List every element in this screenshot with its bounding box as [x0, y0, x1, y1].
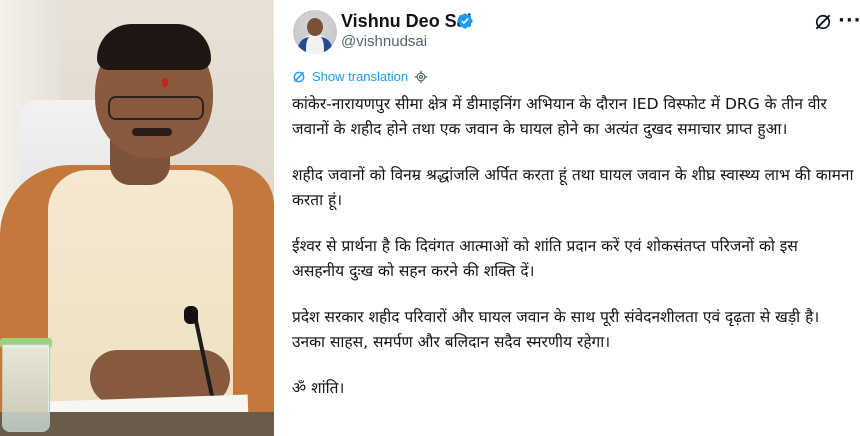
show-translation-label: Show translation — [312, 69, 409, 84]
author-handle[interactable]: @vishnudsai — [341, 33, 427, 50]
tweet-paragraph: ईश्वर से प्रार्थना है कि दिवंगत आत्माओं … — [292, 237, 798, 280]
show-translation-link[interactable]: Show translation — [292, 69, 434, 84]
tweet-paragraph: ॐ शांति। — [292, 379, 345, 397]
tweet-text: कांकेर-नारायणपुर सीमा क्षेत्र में डीमाइन… — [292, 92, 854, 422]
avatar-jacket — [298, 37, 332, 54]
tweet-paragraph: शहीद जवानों को विनम्र श्रद्धांजलि अर्पित… — [292, 166, 854, 209]
glasses — [108, 96, 204, 120]
water-glass — [2, 344, 50, 432]
grok-icon[interactable] — [813, 12, 833, 32]
tweet-paragraph: प्रदेश सरकार शहीद परिवारों और घायल जवान … — [292, 308, 820, 351]
verified-badge-icon — [457, 13, 473, 29]
mustache — [132, 128, 172, 136]
translate-icon — [293, 71, 305, 82]
gear-icon[interactable] — [414, 70, 428, 84]
avatar-face — [307, 18, 323, 36]
screenshot: Vishnu Deo Sai @vishnudsai ··· Show tran… — [0, 0, 860, 436]
tweet-card: Vishnu Deo Sai @vishnudsai ··· Show tran… — [278, 0, 860, 436]
author-name[interactable]: Vishnu Deo Sai — [341, 11, 472, 32]
tweet-paragraph: कांकेर-नारायणपुर सीमा क्षेत्र में डीमाइन… — [292, 95, 827, 138]
person-hair — [97, 24, 211, 70]
microphone-icon — [184, 306, 198, 324]
more-options-icon[interactable]: ··· — [838, 10, 860, 31]
avatar[interactable] — [293, 10, 337, 54]
tilak — [162, 78, 168, 87]
photo-panel — [0, 0, 274, 436]
